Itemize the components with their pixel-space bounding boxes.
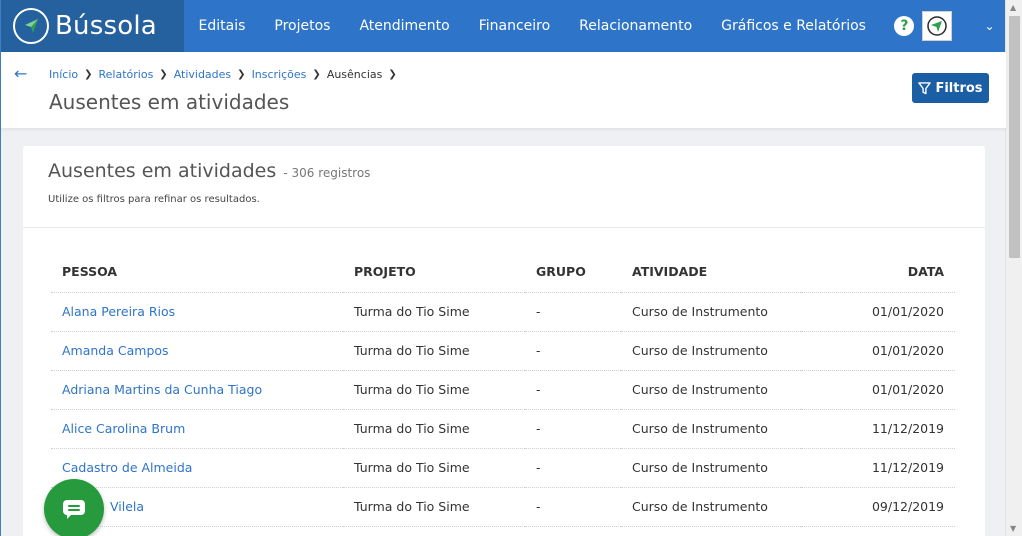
person-link[interactable]: Adriana Martins da Cunha Tiago [51,370,343,410]
column-header-grupo[interactable]: GRUPO [525,252,621,293]
vertical-scrollbar[interactable]: ▲ ▼ [1005,0,1022,536]
table-row: Cadastro de Almeida Turma do Tio Sime - … [51,448,955,488]
scrollbar-thumb[interactable] [1009,16,1020,258]
date-cell: 11/12/2019 [801,448,955,488]
table-row: Amanda Campos Turma do Tio Sime - Curso … [51,331,955,371]
group-cell: - [525,331,621,371]
compass-icon [13,8,49,44]
card-subtitle: Utilize os filtros para refinar os resul… [48,194,260,205]
project-cell: Turma do Tio Sime [343,331,525,371]
page-header: ← Início ❯ Relatórios ❯ Atividades ❯ Ins… [1,52,1006,128]
results-table: PESSOA PROJETO GRUPO ATIVIDADE DATA Alan… [51,252,955,527]
top-navbar: Bússola Editais Projetos Atendimento Fin… [1,0,1006,52]
scroll-down-icon[interactable]: ▼ [1010,524,1016,533]
activity-cell: Curso de Instrumento [621,487,801,527]
filters-label: Filtros [935,80,983,96]
chevron-right-icon: ❯ [388,69,397,80]
breadcrumb-relatorios[interactable]: Relatórios [99,68,154,81]
nav-item-atendimento[interactable]: Atendimento [345,18,464,34]
back-arrow-icon[interactable]: ← [14,64,27,83]
activity-cell: Curso de Instrumento [621,409,801,449]
group-cell: - [525,409,621,449]
card-title: Ausentes em atividades [48,160,277,182]
nav-item-projetos[interactable]: Projetos [260,18,345,34]
brand[interactable]: Bússola [1,0,184,52]
chevron-right-icon: ❯ [84,69,93,80]
activity-cell: Curso de Instrumento [621,331,801,371]
date-cell: 09/12/2019 [801,487,955,527]
chevron-right-icon: ❯ [312,69,321,80]
column-header-data[interactable]: DATA [801,252,955,293]
column-header-atividade[interactable]: ATIVIDADE [621,252,801,293]
breadcrumb: Início ❯ Relatórios ❯ Atividades ❯ Inscr… [49,68,397,81]
group-cell: - [525,487,621,527]
results-card: Ausentes em atividades - 306 registros U… [23,146,985,536]
nav-item-financeiro[interactable]: Financeiro [464,18,564,34]
chat-button[interactable] [44,479,104,536]
filter-icon [918,81,932,94]
activity-cell: Curso de Instrumento [621,370,801,410]
table-row: Alana Pereira Rios Turma do Tio Sime - C… [51,292,955,332]
project-cell: Turma do Tio Sime [343,292,525,332]
card-header: Ausentes em atividades - 306 registros U… [23,146,985,228]
date-cell: 01/01/2020 [801,331,955,371]
record-count: - 306 registros [283,166,371,180]
table-row: Alice Carolina Brum Turma do Tio Sime - … [51,409,955,449]
page-title: Ausentes em atividades [49,90,290,114]
group-cell: - [525,370,621,410]
project-cell: Turma do Tio Sime [343,487,525,527]
column-header-projeto[interactable]: PROJETO [343,252,525,293]
date-cell: 11/12/2019 [801,409,955,449]
nav-item-graficos-relatorios[interactable]: Gráficos e Relatórios [707,18,881,34]
chat-icon [63,500,85,519]
date-cell: 01/01/2020 [801,292,955,332]
compass-icon [927,16,948,36]
filters-button[interactable]: Filtros [912,73,989,103]
activity-cell: Curso de Instrumento [621,292,801,332]
breadcrumb-inicio[interactable]: Início [49,68,78,81]
chevron-right-icon: ❯ [159,69,168,80]
table-row: Adriana Martins da Cunha Tiago Turma do … [51,370,955,410]
chevron-right-icon: ❯ [237,69,246,80]
person-link[interactable]: Alice Carolina Brum [51,409,343,449]
table-header-row: PESSOA PROJETO GRUPO ATIVIDADE DATA [51,252,955,293]
breadcrumb-inscricoes[interactable]: Inscrições [252,68,307,81]
scroll-up-icon[interactable]: ▲ [1010,3,1016,12]
breadcrumb-current: Ausências [326,68,383,81]
breadcrumb-atividades[interactable]: Atividades [174,68,231,81]
person-link[interactable]: Amanda Campos [51,331,343,371]
main-nav: Editais Projetos Atendimento Financeiro … [184,0,880,52]
person-link[interactable]: Cadastro de Almeida [51,448,343,488]
table-row: Vilela Turma do Tio Sime - Curso de Inst… [51,487,955,527]
project-cell: Turma do Tio Sime [343,409,525,449]
help-icon[interactable]: ? [894,16,915,36]
chevron-down-icon[interactable]: ⌄ [984,19,994,33]
project-cell: Turma do Tio Sime [343,448,525,488]
avatar[interactable] [922,11,953,41]
date-cell: 01/01/2020 [801,370,955,410]
project-cell: Turma do Tio Sime [343,370,525,410]
nav-item-editais[interactable]: Editais [184,18,260,34]
nav-right: ? ⌄ [894,11,995,41]
activity-cell: Curso de Instrumento [621,448,801,488]
column-header-pessoa[interactable]: PESSOA [51,252,343,293]
person-link[interactable]: Alana Pereira Rios [51,292,343,332]
brand-name: Bússola [55,11,157,41]
nav-item-relacionamento[interactable]: Relacionamento [565,18,707,34]
group-cell: - [525,448,621,488]
group-cell: - [525,292,621,332]
